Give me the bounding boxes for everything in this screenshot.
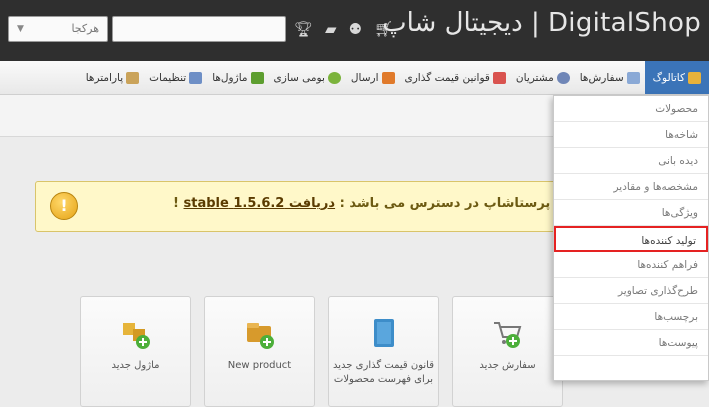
notice-suffix: ! — [173, 196, 184, 211]
update-notice: نسخه جدید پرستاشاپ در دسترس می باشد : در… — [35, 181, 635, 232]
tile-label: قانون قیمت گذاری جدید برای فهرست محصولات — [333, 360, 434, 385]
new-catalog-price-rule-tile[interactable]: قانون قیمت گذاری جدید برای فهرست محصولات — [328, 296, 439, 407]
menu-item-image-mapping[interactable]: طرح‌گذاری تصاویر — [554, 278, 708, 304]
nav-item-parameters[interactable]: پارامترها — [81, 61, 144, 94]
price-rules-icon — [492, 71, 506, 84]
nav-label: بومی سازی — [273, 71, 325, 84]
nav-label: ماژول‌ها — [212, 71, 248, 84]
nav-label: تنظیمات — [149, 71, 187, 84]
menu-item-attributes[interactable]: مشخصه‌ها و مقادیر — [554, 174, 708, 200]
search-scope-select[interactable]: هرکجا ▼ — [8, 16, 108, 42]
search-input[interactable] — [112, 16, 286, 42]
menu-item-manufacturers[interactable]: تولید کننده‌ها — [554, 226, 708, 252]
header-icons: 🏆︎ ▰ ⚉ 🛒︎ — [294, 14, 393, 44]
menu-item-products[interactable]: محصولات — [554, 96, 708, 122]
nav-label: سفارش‌ها — [579, 71, 624, 84]
trophy-icon[interactable]: 🏆︎ — [294, 20, 313, 38]
nav-label: مشتریان — [515, 71, 554, 84]
menu-item-attachments[interactable]: پیوست‌ها — [554, 330, 708, 356]
catalog-dropdown-menu: محصولات شاخه‌ها دیده بانی مشخصه‌ها و مقا… — [553, 95, 709, 381]
catalog-icon — [688, 71, 701, 84]
new-product-icon — [247, 323, 274, 349]
nav-label: پارامترها — [85, 71, 124, 84]
new-order-tile[interactable]: سفارش جدید — [452, 296, 563, 407]
new-product-tile[interactable]: New product — [204, 296, 315, 407]
orders-icon — [626, 71, 640, 84]
chevron-down-icon: ▼ — [17, 24, 24, 34]
menu-item-features[interactable]: ویژگی‌ها — [554, 200, 708, 226]
modules-icon — [250, 71, 264, 84]
chat-icon[interactable]: ▰ — [325, 20, 337, 38]
nav-item-localization[interactable]: بومی سازی — [269, 61, 346, 94]
tile-label: New product — [227, 360, 292, 371]
localization-icon — [327, 71, 341, 84]
notice-text: نسخه جدید پرستاشاپ در دسترس می باشد : در… — [114, 196, 624, 211]
users-icon[interactable]: ⚉ — [349, 20, 362, 38]
warning-icon: ! — [50, 192, 78, 220]
parameters-icon — [126, 71, 140, 84]
preferences-icon — [189, 71, 203, 84]
tile-label: ماژول جدید — [111, 360, 160, 371]
nav-label: کاتالوگ — [652, 71, 685, 84]
menu-item-monitoring[interactable]: دیده بانی — [554, 148, 708, 174]
menu-item-suppliers[interactable]: فراهم کننده‌ها — [554, 252, 708, 278]
nav-item-orders[interactable]: سفارش‌ها — [575, 61, 645, 94]
nav-item-customers[interactable]: مشتریان — [511, 61, 575, 94]
new-order-icon — [494, 322, 522, 348]
brand-title: دیجیتال شاپ | DigitalShop — [382, 8, 701, 38]
customers-icon — [556, 71, 570, 84]
nav-item-modules[interactable]: ماژول‌ها — [207, 61, 268, 94]
nav-item-shipping[interactable]: ارسال — [346, 61, 400, 94]
tile-label: سفارش جدید — [479, 360, 536, 371]
catalog-price-rule-icon — [374, 319, 394, 347]
nav-item-preferences[interactable]: تنظیمات — [144, 61, 207, 94]
nav-item-price-rules[interactable]: قوانین قیمت گذاری — [400, 61, 511, 94]
new-module-icon — [123, 323, 150, 349]
new-module-tile[interactable]: ماژول جدید — [80, 296, 191, 407]
nav-label: ارسال — [350, 71, 379, 84]
main-nav: کاتالوگ سفارش‌ها مشتریان قوانین قیمت گذا… — [0, 61, 709, 95]
nav-label: قوانین قیمت گذاری — [404, 71, 490, 84]
top-header: هرکجا ▼ 🏆︎ ▰ ⚉ 🛒︎ دیجیتال شاپ | DigitalS… — [0, 0, 709, 61]
search-scope-label: هرکجا — [71, 22, 99, 35]
menu-item-categories[interactable]: شاخه‌ها — [554, 122, 708, 148]
shipping-icon — [381, 71, 395, 84]
menu-item-tags[interactable]: برچسب‌ها — [554, 304, 708, 330]
nav-item-catalog[interactable]: کاتالوگ — [644, 61, 709, 94]
download-link[interactable]: دریافت 1.5.6.2 stable — [184, 196, 336, 211]
